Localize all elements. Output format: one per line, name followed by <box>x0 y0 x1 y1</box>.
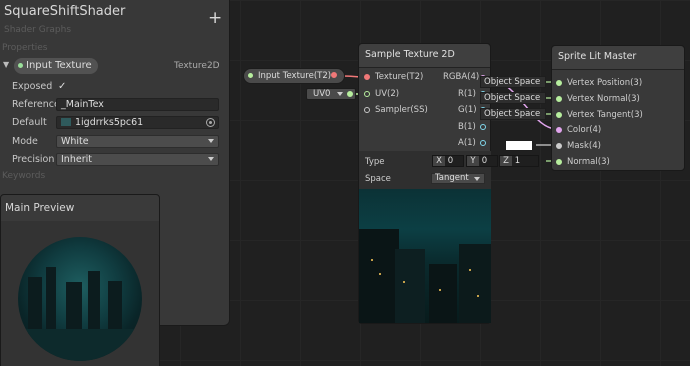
vertex-position-space-field[interactable]: Object Space <box>480 76 546 88</box>
mask-port[interactable] <box>556 143 562 149</box>
sprite-lit-master-node[interactable]: Sprite Lit Master Vertex Position(3) Ver… <box>551 45 685 171</box>
type-label: Type <box>365 157 385 167</box>
color-label: Color(4) <box>567 125 602 135</box>
mask-label: Mask(4) <box>567 141 601 151</box>
input-texture-node-label: Input Texture(T2) <box>258 71 332 81</box>
space-value: Object Space <box>484 109 541 119</box>
space-label: Space <box>365 174 391 184</box>
chevron-down-icon <box>337 92 343 96</box>
space-value: Tangent <box>435 173 469 183</box>
uv-input-port[interactable] <box>364 91 370 97</box>
z-label: Z <box>500 156 512 166</box>
normal-label: Normal(3) <box>567 157 610 167</box>
x-value: 0 <box>447 156 454 166</box>
vertex-normal-label: Vertex Normal(3) <box>567 94 640 104</box>
normal-x-field[interactable]: X 0 <box>432 155 464 167</box>
texture-output-port[interactable] <box>331 72 337 78</box>
uv-output-port[interactable] <box>347 91 353 97</box>
vertex-tangent-space-field[interactable]: Object Space <box>480 108 546 120</box>
uv-input-node[interactable]: UV0 <box>306 88 356 100</box>
uv-label: UV0 <box>313 89 331 99</box>
node-dot-icon <box>248 73 253 78</box>
texture-input-port[interactable] <box>364 74 370 80</box>
texture-input-label: Texture(T2) <box>375 72 424 82</box>
vertex-tangent-port[interactable] <box>556 112 562 118</box>
normal-z-field[interactable]: Z 1 <box>499 155 539 167</box>
r-output-label: R(1) <box>458 89 476 99</box>
master-node-title: Sprite Lit Master <box>552 46 684 70</box>
b-output-port[interactable] <box>480 124 486 130</box>
g-output-label: G(1) <box>458 105 477 115</box>
space-dropdown[interactable]: Tangent <box>431 173 485 184</box>
uv-input-label: UV(2) <box>375 89 400 99</box>
a-output-label: A(1) <box>458 138 476 148</box>
input-texture-node[interactable]: Input Texture(T2) <box>243 68 345 84</box>
normal-y-field[interactable]: Y 0 <box>466 155 498 167</box>
vertex-tangent-label: Vertex Tangent(3) <box>567 110 643 120</box>
y-value: 0 <box>481 156 488 166</box>
space-value: Object Space <box>484 93 541 103</box>
space-value: Object Space <box>484 77 541 87</box>
z-value: 1 <box>514 156 521 166</box>
mask-color-swatch[interactable] <box>505 140 533 151</box>
color-port[interactable] <box>556 127 562 133</box>
vertex-normal-space-field[interactable]: Object Space <box>480 92 546 104</box>
vertex-position-port[interactable] <box>556 80 562 86</box>
sampler-input-port[interactable] <box>364 107 370 113</box>
rgba-output-label: RGBA(4) <box>443 72 480 82</box>
sample-texture-preview <box>359 189 491 323</box>
vertex-position-label: Vertex Position(3) <box>567 78 643 88</box>
a-output-port[interactable] <box>480 140 486 146</box>
sample-texture-title: Sample Texture 2D <box>359 44 490 68</box>
chevron-down-icon <box>474 177 480 181</box>
normal-port[interactable] <box>556 159 562 165</box>
x-label: X <box>433 156 445 166</box>
y-label: Y <box>467 156 479 166</box>
b-output-label: B(1) <box>458 122 476 132</box>
sampler-input-label: Sampler(SS) <box>375 105 428 115</box>
vertex-normal-port[interactable] <box>556 96 562 102</box>
